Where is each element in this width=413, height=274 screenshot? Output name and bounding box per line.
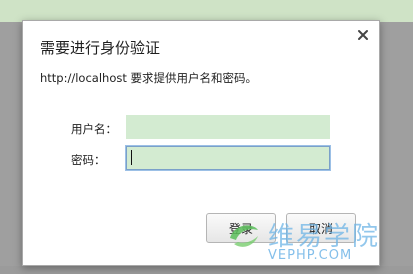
close-icon[interactable] [357,29,369,41]
password-label: 密码： [71,153,106,167]
text-caret [131,150,132,165]
dialog-message: http://localhost 要求提供用户名和密码。 [40,71,258,85]
cancel-button[interactable]: 取消 [286,213,356,243]
auth-dialog: 需要进行身份验证 http://localhost 要求提供用户名和密码。 用户… [22,20,380,266]
password-field[interactable] [126,146,330,170]
background-page-bottom [0,266,413,274]
username-label: 用户名： [71,122,117,136]
background-page-top [0,0,413,22]
dialog-title: 需要进行身份验证 [40,39,161,57]
username-field[interactable] [126,115,330,139]
login-button[interactable]: 登录 [206,213,276,243]
